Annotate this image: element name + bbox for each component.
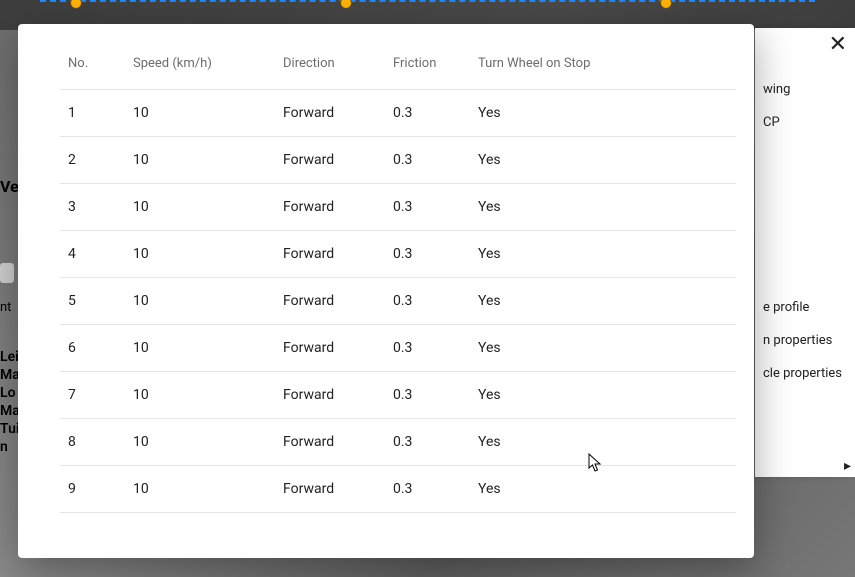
side-panel: ✕ wing CP e profile n properties cle pro… (755, 28, 855, 477)
cell-friction: 0.3 (385, 231, 470, 278)
cell-direction: Forward (275, 184, 385, 231)
table-row[interactable]: 910Forward0.3Yes (60, 466, 736, 513)
cell-turn: Yes (470, 231, 736, 278)
cell-turn: Yes (470, 466, 736, 513)
side-item-cp[interactable]: CP (763, 115, 845, 130)
cell-no: 6 (60, 325, 125, 372)
left-fragment-chip (0, 263, 14, 283)
cell-direction: Forward (275, 231, 385, 278)
cell-speed: 10 (125, 325, 275, 372)
cell-friction: 0.3 (385, 419, 470, 466)
side-item-props2[interactable]: cle properties (763, 366, 845, 381)
parameters-table: No. Speed (km/h) Direction Friction Turn… (60, 42, 736, 513)
parameters-dialog: No. Speed (km/h) Direction Friction Turn… (18, 24, 754, 558)
cell-speed: 10 (125, 137, 275, 184)
cell-speed: 10 (125, 278, 275, 325)
cell-friction: 0.3 (385, 90, 470, 137)
table-row[interactable]: 410Forward0.3Yes (60, 231, 736, 278)
cell-no: 3 (60, 184, 125, 231)
col-header-speed: Speed (km/h) (125, 42, 275, 90)
table-row[interactable]: 810Forward0.3Yes (60, 419, 736, 466)
cell-no: 9 (60, 466, 125, 513)
cell-friction: 0.3 (385, 184, 470, 231)
cell-friction: 0.3 (385, 466, 470, 513)
cell-friction: 0.3 (385, 278, 470, 325)
cell-turn: Yes (470, 419, 736, 466)
side-item-wing[interactable]: wing (763, 82, 845, 97)
close-icon[interactable]: ✕ (829, 34, 847, 56)
selection-border (40, 0, 815, 8)
cell-turn: Yes (470, 90, 736, 137)
cell-speed: 10 (125, 466, 275, 513)
cell-direction: Forward (275, 372, 385, 419)
cell-turn: Yes (470, 137, 736, 184)
cell-direction: Forward (275, 90, 385, 137)
cell-no: 1 (60, 90, 125, 137)
table-row[interactable]: 510Forward0.3Yes (60, 278, 736, 325)
col-header-turn: Turn Wheel on Stop (470, 42, 736, 90)
cell-no: 7 (60, 372, 125, 419)
cell-speed: 10 (125, 419, 275, 466)
left-fragment-block: Lei Ma Lo Ma Tui n (0, 348, 20, 456)
table-row[interactable]: 110Forward0.3Yes (60, 90, 736, 137)
col-header-friction: Friction (385, 42, 470, 90)
side-item-props1[interactable]: n properties (763, 333, 845, 348)
side-item-profile[interactable]: e profile (763, 300, 845, 315)
cell-no: 4 (60, 231, 125, 278)
col-header-direction: Direction (275, 42, 385, 90)
col-header-no: No. (60, 42, 125, 90)
cell-no: 2 (60, 137, 125, 184)
left-fragment-nt: nt (0, 299, 11, 317)
cell-turn: Yes (470, 278, 736, 325)
cell-speed: 10 (125, 372, 275, 419)
cell-speed: 10 (125, 184, 275, 231)
cell-direction: Forward (275, 419, 385, 466)
cell-friction: 0.3 (385, 372, 470, 419)
cell-friction: 0.3 (385, 137, 470, 184)
cell-no: 5 (60, 278, 125, 325)
table-row[interactable]: 310Forward0.3Yes (60, 184, 736, 231)
cell-no: 8 (60, 419, 125, 466)
left-fragment-ve: Ve (0, 178, 19, 196)
cell-direction: Forward (275, 278, 385, 325)
table-row[interactable]: 610Forward0.3Yes (60, 325, 736, 372)
table-row[interactable]: 210Forward0.3Yes (60, 137, 736, 184)
cell-direction: Forward (275, 466, 385, 513)
cell-turn: Yes (470, 184, 736, 231)
chevron-right-icon[interactable]: ▸ (844, 458, 851, 474)
cell-direction: Forward (275, 325, 385, 372)
cell-turn: Yes (470, 325, 736, 372)
cell-turn: Yes (470, 372, 736, 419)
cell-friction: 0.3 (385, 325, 470, 372)
cell-speed: 10 (125, 90, 275, 137)
table-header-row: No. Speed (km/h) Direction Friction Turn… (60, 42, 736, 90)
table-row[interactable]: 710Forward0.3Yes (60, 372, 736, 419)
cell-direction: Forward (275, 137, 385, 184)
cell-speed: 10 (125, 231, 275, 278)
